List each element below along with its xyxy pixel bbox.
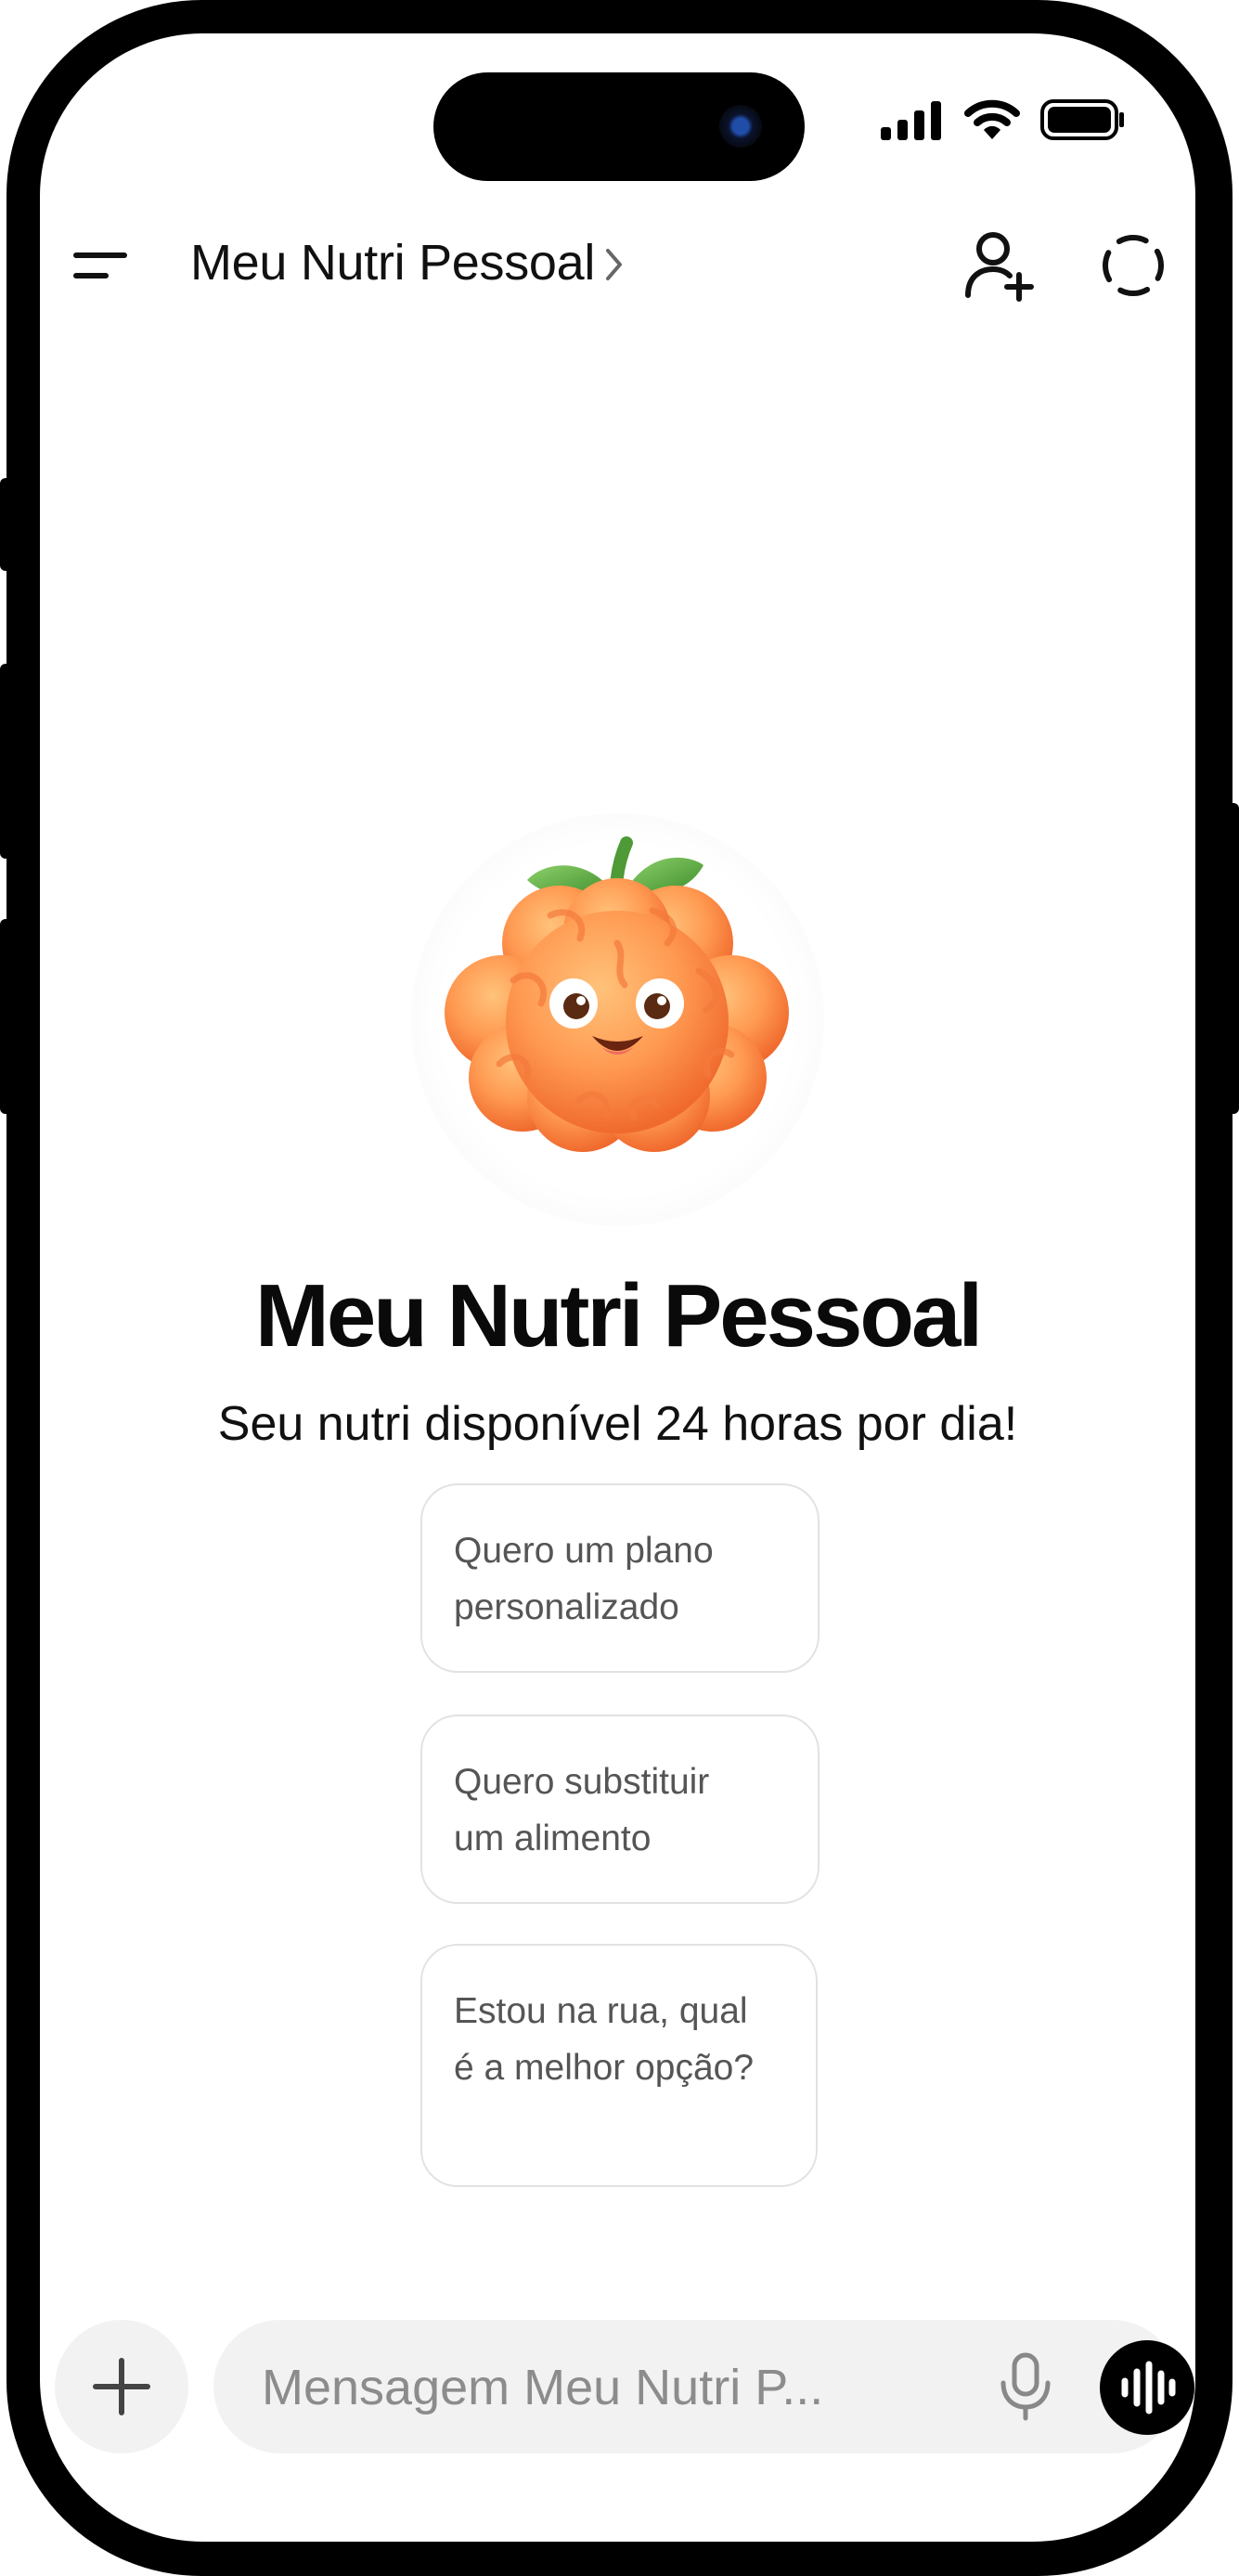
mascot-avatar (411, 813, 824, 1226)
dynamic-island (433, 72, 805, 181)
chat-title: Meu Nutri Pessoal (190, 235, 596, 291)
add-person-button[interactable] (963, 228, 1038, 303)
suggestion-line: é a melhor opção? (454, 2048, 755, 2088)
new-chat-button[interactable] (1096, 228, 1170, 303)
microphone-button[interactable] (988, 2349, 1063, 2424)
hero-title: Meu Nutri Pessoal (254, 1266, 983, 1366)
add-person-icon (965, 232, 1034, 302)
hero-subtitle: Seu nutri disponível 24 horas por dia! (217, 1397, 1018, 1451)
suggestion-line: Quero um plano (454, 1531, 714, 1571)
menu-button[interactable] (73, 242, 129, 289)
dashed-circle-icon (1103, 235, 1164, 296)
screen: Meu Nutri Pessoal Meu Nutri Pessoal Seu … (40, 33, 1195, 2542)
voice-mode-button[interactable] (1100, 2340, 1194, 2435)
attach-button[interactable] (55, 2320, 188, 2453)
menu-icon (73, 252, 127, 258)
voice-waveform-icon (1121, 2361, 1176, 2414)
battery-icon (1040, 99, 1124, 140)
power-button (1228, 803, 1239, 1114)
menu-icon-line (73, 273, 109, 278)
volume-down-button (0, 919, 11, 1114)
suggestion-line: personalizado (454, 1587, 679, 1627)
orange-brain-mascot-icon (445, 836, 789, 1152)
microphone-icon (1000, 2352, 1051, 2421)
chat-title-button[interactable]: Meu Nutri Pessoal (190, 234, 625, 291)
app-header: Meu Nutri Pessoal (40, 201, 1195, 330)
action-button (0, 478, 11, 571)
status-bar (879, 98, 1126, 141)
suggestion-line: um alimento (454, 1819, 652, 1858)
suggestion-card-substituir[interactable]: Quero substituir um alimento (420, 1715, 820, 1904)
volume-up-button (0, 664, 11, 859)
message-input[interactable] (260, 2320, 876, 2455)
chevron-right-icon (606, 249, 623, 280)
message-composer (40, 2317, 1195, 2456)
wifi-icon (964, 99, 1020, 139)
camera-icon (719, 105, 762, 148)
cellular-signal-icon (881, 101, 941, 140)
plus-icon (93, 2358, 150, 2415)
suggestion-card-plano[interactable]: Quero um plano personalizado (420, 1483, 820, 1673)
message-input-container (213, 2320, 1194, 2455)
suggestion-card-rua[interactable]: Estou na rua, qual é a melhor opção? (420, 1944, 818, 2187)
suggestion-line: Estou na rua, qual (454, 1991, 748, 2031)
suggestion-line: Quero substituir (454, 1762, 710, 1802)
